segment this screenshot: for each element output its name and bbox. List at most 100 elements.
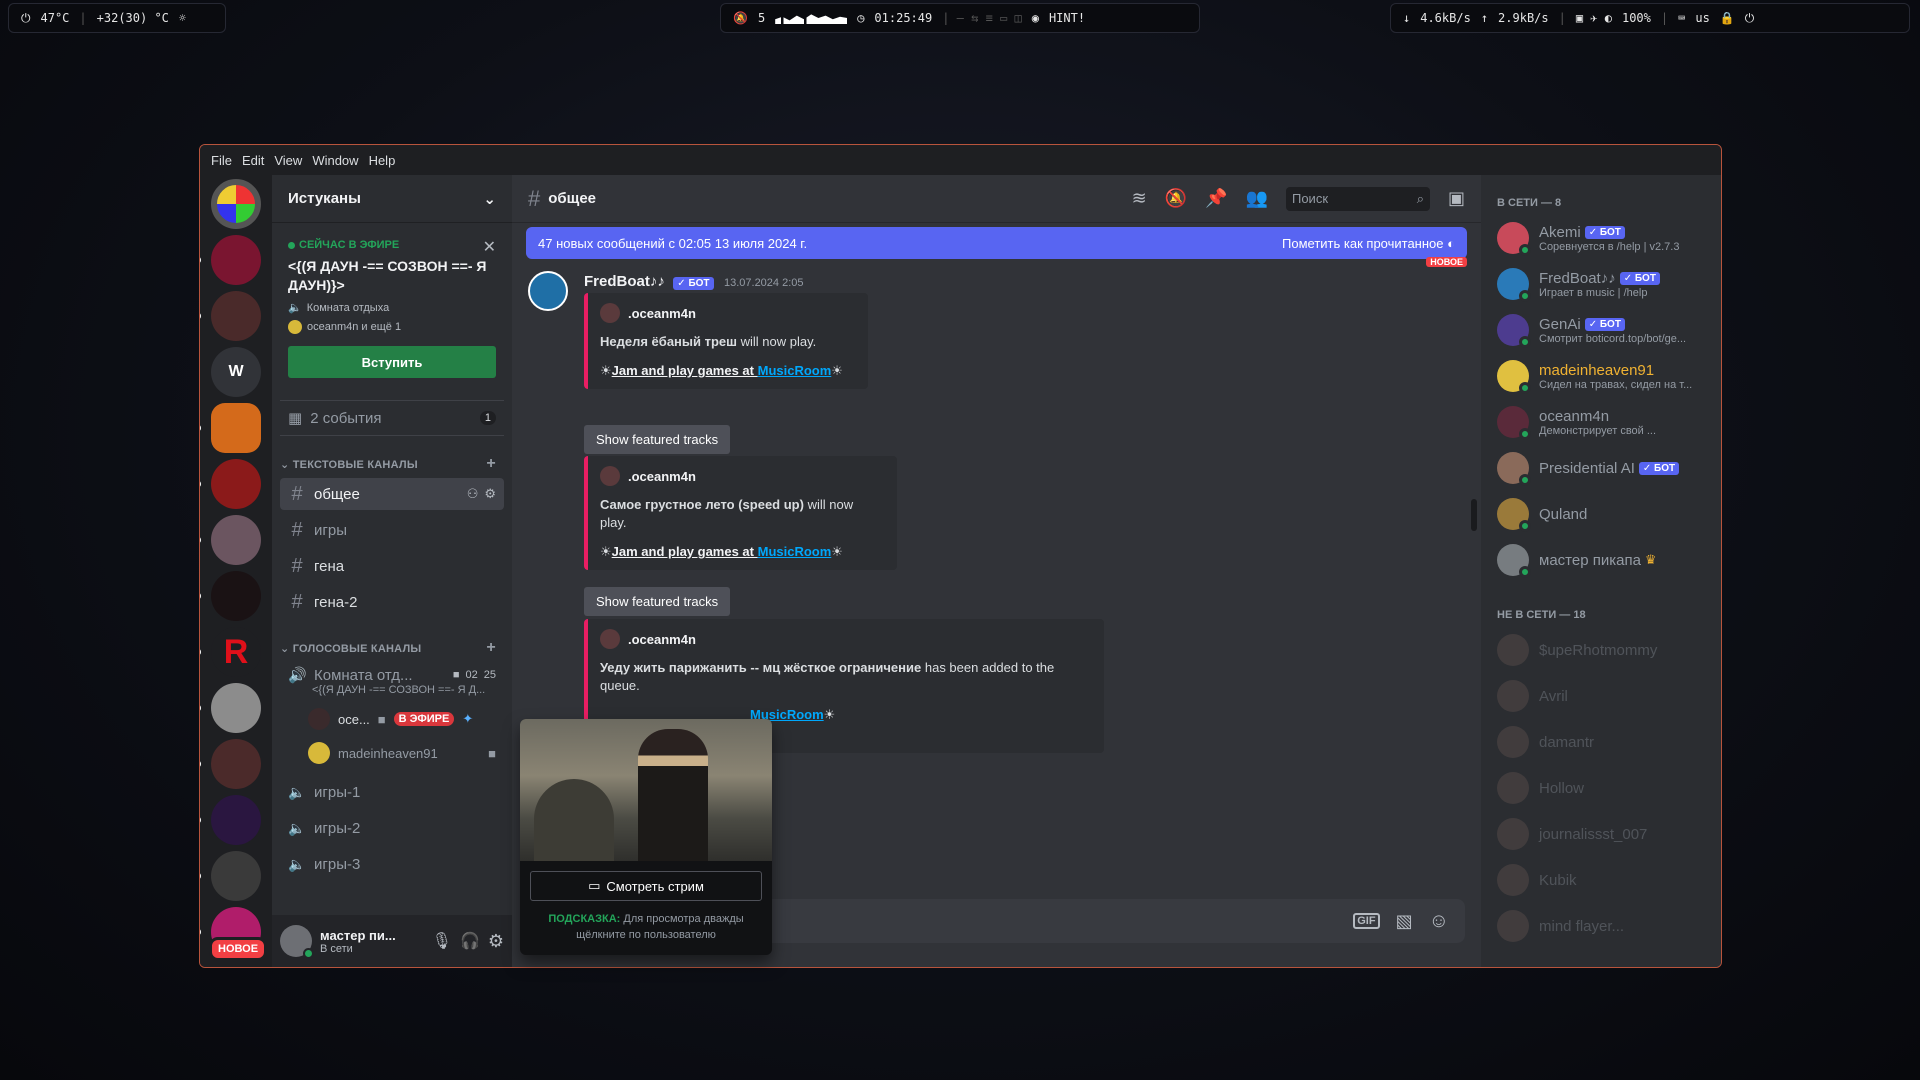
server-icon[interactable] xyxy=(200,459,261,509)
channel-gena-2[interactable]: # гена-2 xyxy=(280,586,504,618)
category-label: ТЕКСТОВЫЕ КАНАЛЫ xyxy=(292,458,418,471)
power-icon[interactable]: ⏻ xyxy=(21,11,31,26)
channel-games[interactable]: # игры xyxy=(280,514,504,546)
server-icon[interactable] xyxy=(200,851,261,901)
search-input[interactable]: Поиск ⌕ xyxy=(1285,186,1430,211)
bot-tag: ✓ БОТ xyxy=(1619,271,1660,285)
inbox-icon[interactable]: ▣ xyxy=(1448,188,1465,209)
events-label: 2 события xyxy=(310,409,382,427)
category-voice[interactable]: ⌄ ГОЛОСОВЫЕ КАНАЛЫ + xyxy=(272,636,512,660)
sticker-icon[interactable]: ▧ xyxy=(1396,911,1413,932)
server-icon[interactable]: R xyxy=(200,627,261,677)
plus-icon[interactable]: + xyxy=(486,639,496,657)
avatar[interactable] xyxy=(280,925,314,959)
mark-read-button[interactable]: Пометить как прочитанное ◐ xyxy=(1282,236,1455,251)
guild-header[interactable]: Истуканы ⌄ xyxy=(272,175,512,223)
member-item[interactable]: madeinheaven91 Сидел на травах, сидел на … xyxy=(1497,353,1713,399)
channel-label: игры-3 xyxy=(314,855,361,873)
voice-channel-games-3[interactable]: 🔈 игры-3 xyxy=(280,848,504,880)
menu-edit[interactable]: Edit xyxy=(237,153,269,168)
close-icon[interactable]: ✕ xyxy=(483,237,496,257)
gear-icon[interactable]: ⚙ xyxy=(484,486,496,502)
server-icon[interactable] xyxy=(200,235,261,285)
member-item[interactable]: Presidential AI ✓ БОТ xyxy=(1497,445,1713,491)
server-icon[interactable] xyxy=(200,403,261,453)
member-status: Смотрит boticord.top/bot/ge... xyxy=(1539,332,1687,345)
menu-help[interactable]: Help xyxy=(364,153,401,168)
voice-channel-games-2[interactable]: 🔈 игры-2 xyxy=(280,812,504,844)
menu-view[interactable]: View xyxy=(269,153,307,168)
join-button[interactable]: Вступить xyxy=(288,346,496,378)
member-item[interactable]: Quland xyxy=(1497,491,1713,537)
voice-channel-lounge[interactable]: 🔊 Комната отд... ■ 02 25 xyxy=(280,662,504,688)
power-icon[interactable]: ⏻ xyxy=(1745,11,1755,26)
member-item[interactable]: Hollow xyxy=(1497,765,1713,811)
server-icon[interactable] xyxy=(211,179,261,229)
statusbar-center: 🔕 5 ◷ 01:25:49 | — ⇆ ≡ ▭ ◫ ◉ HINT! xyxy=(720,3,1200,33)
bot-tag: ✓ БОТ xyxy=(1584,225,1625,239)
member-item[interactable]: GenAi ✓ БОТ Смотрит boticord.top/bot/ge... xyxy=(1497,307,1713,353)
tray-icons[interactable]: ▣ ✈ ◐ xyxy=(1576,11,1612,25)
threads-icon[interactable]: ≋ xyxy=(1132,188,1147,209)
stream-thumbnail[interactable] xyxy=(520,719,772,861)
microphone-icon[interactable]: 🎙 xyxy=(432,931,452,951)
show-featured-tracks-button[interactable]: Show featured tracks xyxy=(584,587,731,616)
server-icon[interactable] xyxy=(200,515,261,565)
bell-off-icon[interactable]: 🔕 xyxy=(1165,188,1187,209)
eye-icon[interactable]: ◉ xyxy=(1032,11,1039,25)
voice-user[interactable]: madeinheaven91 ■ xyxy=(308,738,504,768)
show-featured-tracks-button[interactable]: Show featured tracks xyxy=(584,425,731,454)
members-icon[interactable]: 👥 xyxy=(1246,188,1268,209)
member-item[interactable]: FredBoat♪♪ ✓ БОТ Играет в music | /help xyxy=(1497,261,1713,307)
member-item[interactable]: Akemi ✓ БОТ Соревнуется в /help | v2.7.3 xyxy=(1497,215,1713,261)
category-text[interactable]: ⌄ ТЕКСТОВЫЕ КАНАЛЫ + xyxy=(272,452,512,476)
pin-icon[interactable]: 📌 xyxy=(1205,188,1227,209)
avatar[interactable] xyxy=(528,271,568,311)
message-author[interactable]: FredBoat♪♪ xyxy=(584,273,665,290)
new-messages-banner[interactable]: 47 новых сообщений с 02:05 13 июля 2024 … xyxy=(526,227,1467,259)
layout[interactable]: us xyxy=(1695,11,1709,25)
member-item[interactable]: journalissst_007 xyxy=(1497,811,1713,857)
member-item[interactable]: Avril xyxy=(1497,673,1713,719)
hint[interactable]: HINT! xyxy=(1049,11,1085,25)
new-badge[interactable]: НОВОЕ xyxy=(209,937,268,961)
member-item[interactable]: мастер пикапа ♛ xyxy=(1497,537,1713,583)
events-row[interactable]: ▦ 2 события 1 xyxy=(280,400,504,436)
emoji-icon[interactable]: ☺ xyxy=(1429,910,1449,933)
member-item[interactable]: damantr xyxy=(1497,719,1713,765)
gif-icon[interactable]: GIF xyxy=(1353,913,1380,929)
workspace-number[interactable]: 5 xyxy=(758,11,765,25)
plus-icon[interactable]: + xyxy=(486,455,496,473)
avatar xyxy=(600,303,620,323)
scrollbar[interactable] xyxy=(1471,499,1477,531)
add-member-icon[interactable]: ⚇ xyxy=(467,486,479,502)
menu-window[interactable]: Window xyxy=(307,153,363,168)
embed: .oceanm4n Неделя ёбаный треш will now pl… xyxy=(584,293,868,389)
server-icon[interactable] xyxy=(200,739,261,789)
server-icon[interactable] xyxy=(200,795,261,845)
embed-body: Неделя ёбаный треш will now play. xyxy=(600,334,817,349)
member-item[interactable]: Kubik xyxy=(1497,857,1713,903)
channel-general[interactable]: # общее ⚇ ⚙ xyxy=(280,478,504,510)
cpu-temp: 47°C xyxy=(40,11,70,25)
member-item[interactable]: $upeRhotmommy xyxy=(1497,627,1713,673)
watch-stream-button[interactable]: ▭ Смотреть стрим xyxy=(530,871,762,901)
lock-icon[interactable]: 🔒 xyxy=(1720,11,1735,25)
member-item[interactable]: oceanm4n Демонстрирует свой ... xyxy=(1497,399,1713,445)
server-icon[interactable] xyxy=(200,291,261,341)
member-item[interactable]: mind flayer... xyxy=(1497,903,1713,949)
server-icon[interactable] xyxy=(200,683,261,733)
voice-user[interactable]: осе... ■ В ЭФИРЕ ✦ xyxy=(308,704,504,734)
embed-link[interactable]: ☀Jam and play games at MusicRoom☀ xyxy=(600,544,883,560)
menu-file[interactable]: File xyxy=(206,153,237,168)
embed-link[interactable]: ☀Jam and play games at MusicRoom☀ xyxy=(600,363,854,379)
live-people: oceanm4n и ещё 1 xyxy=(288,320,496,334)
headphones-icon[interactable]: 🎧 xyxy=(460,931,480,951)
server-icon[interactable]: W xyxy=(211,347,261,397)
voice-channel-games-1[interactable]: 🔈 игры-1 xyxy=(280,776,504,808)
server-icon[interactable] xyxy=(200,571,261,621)
channel-gena[interactable]: # гена xyxy=(280,550,504,582)
gear-icon[interactable]: ⚙ xyxy=(488,931,504,952)
member-name: journalissst_007 xyxy=(1539,825,1648,843)
volume[interactable]: 100% xyxy=(1622,11,1651,25)
